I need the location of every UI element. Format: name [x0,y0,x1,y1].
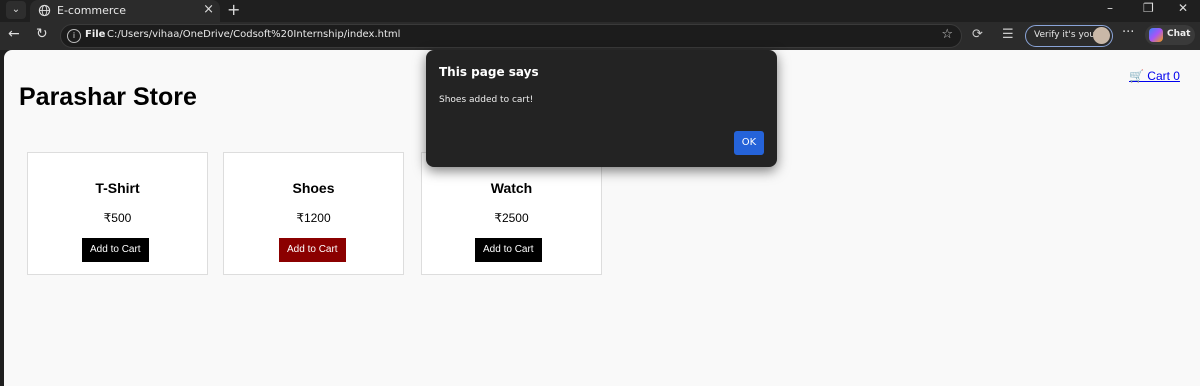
cart-link[interactable]: 🛒 Cart 0 [1129,69,1180,83]
browser-toolbar: ← ↻ i File C:/Users/vihaa/OneDrive/Codso… [0,22,1200,50]
minimize-icon[interactable]: – [1107,1,1113,15]
dialog-title: This page says [439,65,539,79]
reload-icon[interactable]: ↻ [36,26,48,42]
tab-strip: ⌄ E-commerce × + – ❐ ✕ [0,0,1200,22]
product-name: T-Shirt [95,180,140,196]
product-name: Shoes [292,180,335,196]
product-price: ₹500 [103,211,132,225]
chat-label: Chat [1167,29,1191,39]
tab-title: E-commerce [57,4,126,17]
favorites-icon[interactable]: ☰ [1002,27,1014,42]
window-close-icon[interactable]: ✕ [1178,1,1188,15]
product-card: Watch ₹2500 Add to Cart [421,152,602,275]
globe-icon [38,4,51,17]
url-text[interactable]: C:/Users/vihaa/OneDrive/Codsoft%20Intern… [107,29,400,40]
ok-button[interactable]: OK [734,131,764,155]
product-price: ₹1200 [296,211,331,225]
add-to-cart-button[interactable]: Add to Cart [475,238,542,262]
new-tab-icon[interactable]: + [227,0,240,19]
address-bar[interactable]: i File C:/Users/vihaa/OneDrive/Codsoft%2… [60,24,962,48]
back-icon[interactable]: ← [8,26,20,42]
product-card: Shoes ₹1200 Add to Cart [223,152,404,275]
scheme-label: File [85,29,106,40]
tab-ecommerce[interactable]: E-commerce × [30,0,220,22]
alert-dialog: This page says Shoes added to cart! OK [426,50,777,167]
restore-icon[interactable]: ❐ [1143,1,1154,15]
copilot-chat-button[interactable]: Chat [1145,25,1195,45]
verify-label: Verify it's you [1034,30,1095,40]
tab-actions-menu-icon[interactable]: ⌄ [6,1,26,19]
close-tab-icon[interactable]: × [203,2,214,17]
verify-profile-button[interactable]: Verify it's you [1025,25,1113,47]
dialog-message: Shoes added to cart! [439,95,534,105]
copilot-icon [1149,28,1163,42]
add-to-cart-button[interactable]: Add to Cart [82,238,149,262]
avatar [1093,27,1110,44]
favorite-star-icon[interactable]: ☆ [941,27,953,42]
add-to-cart-button[interactable]: Add to Cart [279,238,346,262]
product-price: ₹2500 [494,211,529,225]
extensions-icon[interactable]: ⟳ [972,27,983,42]
store-title: Parashar Store [19,83,197,111]
product-card: T-Shirt ₹500 Add to Cart [27,152,208,275]
more-options-icon[interactable]: ··· [1122,25,1134,40]
info-icon[interactable]: i [67,29,81,43]
product-name: Watch [490,180,533,196]
